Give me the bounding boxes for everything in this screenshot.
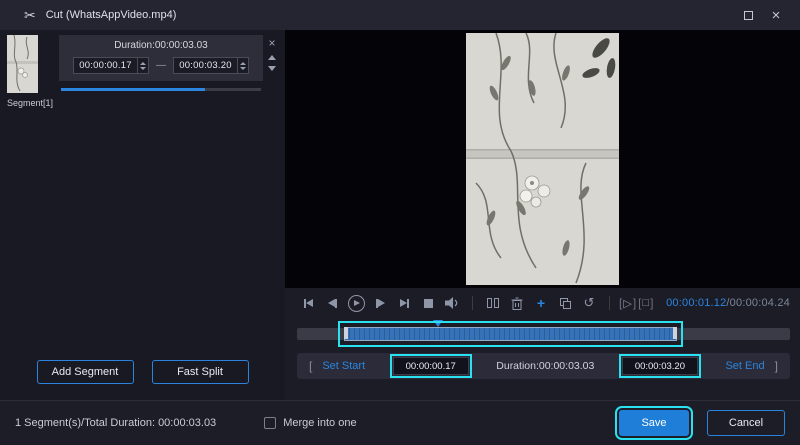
add-segment-button[interactable]: Add Segment	[36, 360, 134, 384]
remove-segment-button[interactable]: ×	[268, 37, 275, 49]
merge-label: Merge into one	[283, 417, 357, 429]
segment-summary: 1 Segment(s)/Total Duration: 00:00:03.03	[15, 417, 217, 429]
merge-checkbox[interactable]	[264, 417, 277, 429]
segment-time-row: 00:00:00.17 — 00:00:03.20	[65, 57, 257, 74]
maximize-icon	[743, 10, 753, 20]
segment-label: Segment[1]	[7, 98, 54, 108]
preview-segment-button[interactable]: [ ▷ ]	[619, 296, 636, 310]
spinner-up-icon[interactable]	[140, 61, 146, 65]
copy-icon	[559, 297, 571, 309]
video-preview[interactable]	[285, 30, 800, 288]
play-button[interactable]	[345, 293, 367, 313]
selection-start-handle[interactable]	[343, 327, 348, 339]
segment-end-input[interactable]: 00:00:03.20	[173, 57, 249, 74]
timeline-row	[285, 318, 800, 350]
timeline-track[interactable]	[297, 320, 790, 347]
spinner-up-icon[interactable]	[240, 61, 246, 65]
segment-mini-progress	[61, 88, 205, 91]
range-dash: —	[156, 60, 166, 71]
segment-duration-label: Duration:00:00:03.03	[114, 40, 208, 51]
window-title: Cut (WhatsAppVideo.mp4)	[45, 9, 177, 21]
set-end-button[interactable]: Set End	[725, 360, 764, 372]
copy-button[interactable]	[554, 293, 576, 313]
current-time: 00:00:01.12	[666, 297, 727, 309]
play-icon	[347, 294, 365, 312]
skip-start-icon	[305, 299, 313, 307]
scissors-icon: ✂	[24, 6, 36, 23]
trim-end-input[interactable]: 00:00:03.20	[618, 354, 701, 378]
timeline-selection[interactable]	[343, 327, 677, 341]
footer-bar: 1 Segment(s)/Total Duration: 00:00:03.03…	[0, 400, 800, 445]
move-segment-up-icon[interactable]	[268, 55, 276, 60]
set-end-group: Set End ]	[725, 359, 777, 373]
spinner-down-icon[interactable]	[140, 66, 146, 70]
titlebar: ✂ Cut (WhatsAppVideo.mp4) ×	[0, 0, 800, 30]
reset-button[interactable]: ↺	[578, 293, 600, 313]
segment-start-input[interactable]: 00:00:00.17	[73, 57, 149, 74]
skip-start-button[interactable]	[297, 293, 319, 313]
playback-controls: + ↺ [ ▷ ] [ □ ] 00:00:01.12/00:00:04.24	[285, 288, 800, 318]
start-bracket: [	[309, 359, 313, 373]
video-frame	[466, 33, 619, 285]
controls-divider	[472, 296, 473, 310]
skip-end-button[interactable]	[393, 293, 415, 313]
save-button[interactable]: Save	[615, 406, 693, 440]
cancel-button[interactable]: Cancel	[707, 410, 785, 436]
trim-start-input[interactable]: 00:00:00.17	[389, 354, 472, 378]
skip-end-icon	[399, 299, 407, 307]
stop-button[interactable]	[417, 293, 439, 313]
playhead-marker[interactable]	[432, 320, 443, 327]
close-button[interactable]: ×	[762, 4, 790, 26]
add-button[interactable]: +	[530, 293, 552, 313]
volume-icon	[445, 297, 458, 309]
segment-thumbnail[interactable]	[7, 35, 38, 93]
preview-play-icon: ▷	[623, 297, 632, 310]
time-display: 00:00:01.12/00:00:04.24	[666, 297, 790, 309]
frame-forward-icon	[377, 299, 385, 307]
stop-icon	[423, 298, 433, 308]
dialog-body: Segment[1] Duration:00:00:03.03 00:00:00…	[0, 30, 800, 400]
end-bracket: ]	[774, 359, 778, 373]
delete-button[interactable]	[506, 293, 528, 313]
frame-forward-button[interactable]	[369, 293, 391, 313]
preview-panel: + ↺ [ ▷ ] [ □ ] 00:00:01.12/00:00:04.24	[285, 30, 800, 400]
frame-back-icon	[327, 299, 335, 307]
set-start-button[interactable]: Set Start	[322, 360, 365, 372]
trash-icon	[511, 297, 523, 310]
selection-end-handle[interactable]	[672, 327, 677, 339]
segment-mini-timeline[interactable]	[61, 88, 261, 91]
segment-thumbnail-image	[7, 35, 38, 93]
trim-controls: [ Set Start 00:00:00.17 Duration:00:00:0…	[297, 353, 790, 379]
trim-duration-label: Duration:00:00:03.03	[496, 360, 595, 372]
segment-editor-box: Duration:00:00:03.03 00:00:00.17 — 00:00…	[59, 35, 263, 81]
segment-start-value: 00:00:00.17	[79, 60, 132, 71]
segment-thumb-column: Segment[1]	[7, 35, 53, 108]
segment-start-spinner[interactable]	[137, 58, 148, 73]
move-segment-down-icon[interactable]	[268, 66, 276, 71]
maximize-button[interactable]	[734, 4, 762, 26]
frame-back-button[interactable]	[321, 293, 343, 313]
split-icon	[487, 298, 499, 308]
set-start-group: [ Set Start	[309, 359, 365, 373]
fast-split-button[interactable]: Fast Split	[151, 360, 249, 384]
fullscreen-button[interactable]: [ □ ]	[638, 296, 653, 310]
left-buttons-row: Add Segment Fast Split	[0, 360, 285, 400]
split-button[interactable]	[482, 293, 504, 313]
segment-editor-side: ×	[263, 35, 281, 108]
spinner-down-icon[interactable]	[240, 66, 246, 70]
cut-dialog: ✂ Cut (WhatsAppVideo.mp4) × Segment[1] D…	[0, 0, 800, 445]
segment-end-value: 00:00:03.20	[179, 60, 232, 71]
segment-end-spinner[interactable]	[237, 58, 248, 73]
controls-divider	[609, 296, 610, 310]
segment-editor-main: Duration:00:00:03.03 00:00:00.17 — 00:00…	[59, 35, 263, 108]
segment-editor: Segment[1] Duration:00:00:03.03 00:00:00…	[0, 30, 285, 108]
volume-button[interactable]	[441, 293, 463, 313]
merge-option: Merge into one	[264, 417, 357, 429]
fullscreen-icon: □	[642, 297, 650, 309]
total-time: /00:00:04.24	[726, 297, 790, 309]
segment-list-panel: Segment[1] Duration:00:00:03.03 00:00:00…	[0, 30, 285, 400]
